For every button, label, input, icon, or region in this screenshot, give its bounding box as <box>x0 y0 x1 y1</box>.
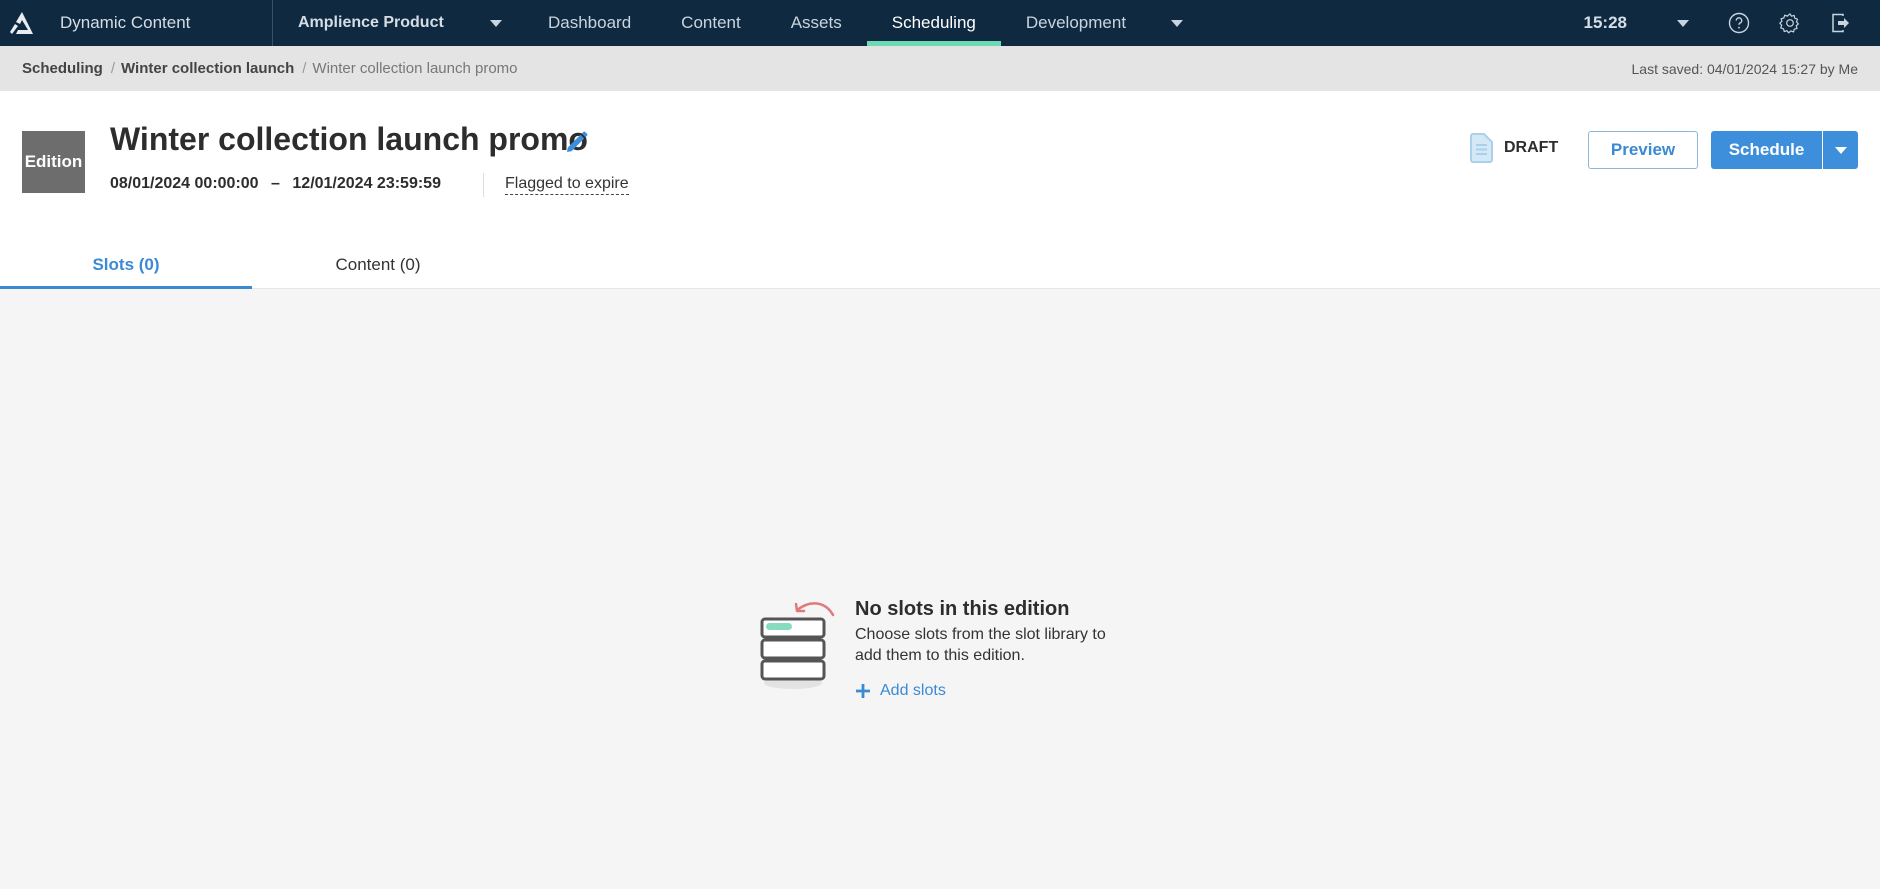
add-slots-label[interactable]: Add slots <box>880 682 946 700</box>
empty-state-title: No slots in this edition <box>855 598 1070 620</box>
schedule-button[interactable]: Schedule <box>1711 131 1822 169</box>
hub-name[interactable]: Amplience Product <box>298 14 444 32</box>
pencil-icon[interactable] <box>562 129 592 159</box>
breadcrumb-separator: / <box>302 60 307 77</box>
empty-state: No slots in this edition Choose slots fr… <box>755 596 1130 700</box>
edition-tabs: Slots (0) Content (0) <box>0 241 1880 289</box>
app-name: Dynamic Content <box>60 13 191 32</box>
brand: Dynamic Content <box>0 0 273 46</box>
date-range-separator: – <box>271 175 280 192</box>
tab-content[interactable]: Content (0) <box>252 241 504 288</box>
breadcrumb-edition: Winter collection launch promo <box>312 60 518 77</box>
last-saved: Last saved: 04/01/2024 15:27 by Me <box>1631 60 1859 77</box>
document-icon <box>1470 133 1493 163</box>
page-title: Winter collection launch promo <box>110 121 588 157</box>
status-label: DRAFT <box>1504 139 1559 156</box>
nav-tab-dashboard[interactable]: Dashboard <box>523 0 656 46</box>
chevron-down-icon[interactable] <box>1834 146 1847 154</box>
chevron-down-icon[interactable] <box>1171 19 1184 27</box>
chevron-down-icon[interactable] <box>489 19 502 27</box>
top-nav: Dynamic Content Amplience Product Dashbo… <box>0 0 1880 46</box>
start-date: 08/01/2024 00:00:00 <box>110 175 259 192</box>
help-icon[interactable] <box>1727 11 1751 35</box>
clock: 15:28 <box>1583 13 1627 32</box>
breadcrumb: Scheduling / Winter collection launch / … <box>0 46 1880 91</box>
plus-icon <box>856 684 870 698</box>
breadcrumb-event[interactable]: Winter collection launch <box>121 60 294 77</box>
empty-slots-illustration-icon <box>755 596 853 696</box>
end-date: 12/01/2024 23:59:59 <box>292 175 441 192</box>
main-nav: Dashboard Content Assets Scheduling Deve… <box>523 0 1184 46</box>
tab-slots[interactable]: Slots (0) <box>0 241 252 289</box>
hub-selector[interactable]: Amplience Product <box>273 0 523 46</box>
breadcrumb-separator: / <box>110 60 116 77</box>
empty-state-text: No slots in this edition Choose slots fr… <box>855 596 1130 700</box>
empty-state-description: Choose slots from the slot library to ad… <box>855 626 1106 664</box>
edition-header: Edition Winter collection launch promo 0… <box>0 91 1880 289</box>
preview-button[interactable]: Preview <box>1588 131 1698 169</box>
nav-tab-development[interactable]: Development <box>1001 0 1151 46</box>
add-slots-button[interactable]: Add slots <box>855 682 1130 700</box>
amplience-logo-icon[interactable] <box>0 0 44 46</box>
edition-dates: 08/01/2024 00:00:00 – 12/01/2024 23:59:5… <box>110 175 441 193</box>
chevron-down-icon[interactable] <box>1677 19 1689 27</box>
nav-tab-content[interactable]: Content <box>656 0 766 46</box>
edition-badge: Edition <box>22 131 85 193</box>
status-badge: DRAFT <box>1468 133 1558 163</box>
schedule-options-button[interactable] <box>1823 131 1858 169</box>
logout-icon[interactable] <box>1829 11 1853 35</box>
divider <box>483 173 484 197</box>
nav-right: 15:28 <box>1584 0 1880 46</box>
flagged-to-expire[interactable]: Flagged to expire <box>505 175 629 195</box>
nav-more-button[interactable] <box>1151 0 1184 46</box>
settings-icon[interactable] <box>1778 11 1802 35</box>
nav-tab-assets[interactable]: Assets <box>766 0 867 46</box>
nav-tab-scheduling[interactable]: Scheduling <box>866 0 1002 46</box>
breadcrumb-scheduling[interactable]: Scheduling <box>22 60 103 77</box>
